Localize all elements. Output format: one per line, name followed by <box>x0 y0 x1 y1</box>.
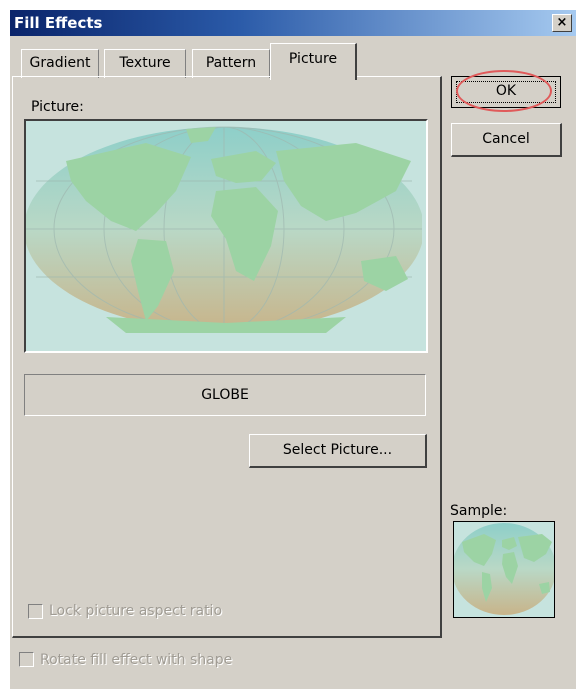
lock-aspect-checkbox[interactable] <box>28 604 43 619</box>
cancel-button[interactable]: Cancel <box>451 123 562 157</box>
tab-pattern[interactable]: Pattern <box>192 49 270 78</box>
rotate-fill-checkbox[interactable] <box>19 652 34 667</box>
tab-picture[interactable]: Picture <box>270 43 357 80</box>
rotate-fill-label: Rotate fill effect with shape <box>40 652 233 668</box>
picture-label: Picture: <box>31 99 84 115</box>
picture-preview <box>24 119 428 353</box>
globe-map-picture <box>26 121 424 347</box>
highlight-ring <box>456 70 552 112</box>
sample-label: Sample: <box>450 503 508 519</box>
picture-name-field: GLOBE <box>24 374 426 416</box>
lock-aspect-label: Lock picture aspect ratio <box>49 603 223 619</box>
select-picture-button[interactable]: Select Picture... <box>249 434 427 468</box>
globe-sample-picture <box>454 522 554 617</box>
tab-texture[interactable]: Texture <box>104 49 186 78</box>
title-bar[interactable]: Fill Effects × <box>10 10 576 36</box>
tab-gradient[interactable]: Gradient <box>21 49 99 78</box>
sample-preview <box>453 521 555 618</box>
close-icon[interactable]: × <box>552 14 572 32</box>
window-title: Fill Effects <box>14 14 103 32</box>
